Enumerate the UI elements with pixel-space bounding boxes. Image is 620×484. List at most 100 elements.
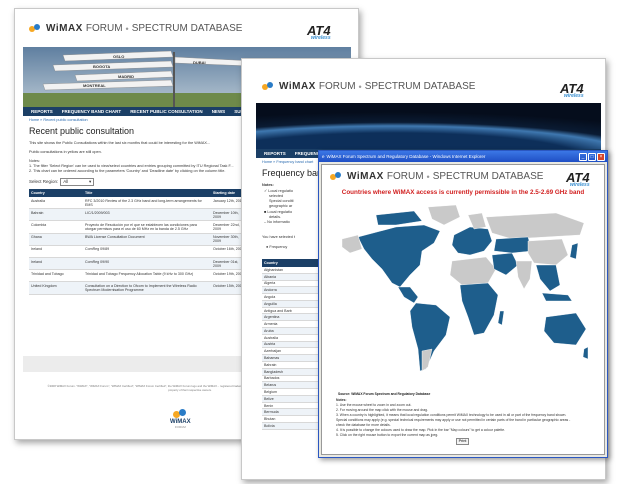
table-cell: Ireland [29,257,83,271]
country-link[interactable]: Australia [262,334,322,342]
close-icon[interactable]: × [597,152,605,161]
map-region-southeast-asia [535,264,561,292]
wimax-mark-icon [262,81,276,92]
map-region-china [527,238,569,266]
table-cell: Ghana [29,233,83,246]
at4-logo: AT4 wireless [307,23,331,41]
country-link[interactable]: Belize [262,395,322,403]
country-link[interactable]: Angola [262,293,322,301]
country-link[interactable]: Bolivia [262,422,322,430]
window-titlebar[interactable]: e WiMAX Forum Spectrum and Regulatory Da… [319,151,607,162]
nav-reports[interactable]: REPORTS [264,151,286,156]
country-link[interactable]: Armenia [262,320,322,329]
country-link[interactable]: Aruba [262,327,322,335]
table-cell[interactable]: ComReg 09/90 [83,257,211,271]
globe-banner [256,103,601,149]
at4-logo: AT4 wireless [566,170,590,188]
table-row: Armenia [262,320,322,329]
country-link[interactable]: Benin [262,402,322,410]
selection-text: You have selected t [262,235,296,239]
table-row: Bahamas [262,354,322,362]
table-cell[interactable]: LIC/1/2009/003 [83,208,211,222]
maximize-icon[interactable]: □ [588,152,596,161]
table-row: Bermuda [262,408,322,417]
table-cell[interactable]: Consultation on a Direction to Ofcom to … [83,281,211,295]
table-row: Bhutan [262,415,322,423]
table-cell: Colombia [29,220,83,234]
table-cell[interactable]: Trinidad and Tobago Frequency Allocation… [83,269,211,283]
map-region-north-africa [449,256,497,286]
map-region-north-america [357,224,441,288]
country-link[interactable]: Azerbaijan [262,347,322,356]
map-region-greenland [427,204,461,226]
table-cell[interactable]: ComReg 09/89 [83,245,211,258]
country-link[interactable]: Argentina [262,313,322,322]
country-link[interactable]: Barbados [262,375,322,383]
wimax-logo[interactable]: WiMAX FORUM • SPECTRUM DATABASE [330,171,543,182]
country-link[interactable]: Austria [262,341,322,349]
frequency-option[interactable]: ● Frequency [266,245,287,250]
sign-label: MONTREAL [83,83,106,88]
wimax-logo[interactable]: WiMAX FORUM • SPECTRUM DATABASE [262,81,475,92]
country-link[interactable]: Bahrain [262,361,322,369]
nav-news[interactable]: NEWS [212,109,226,114]
world-map[interactable] [336,199,592,393]
table-cell[interactable]: RFC 3/2010 Review of the 2.3 GHz band an… [83,197,211,210]
country-link[interactable]: Anguilla [262,300,322,308]
map-notes: Notes: 1. Use the mouse wheel to zoom in… [336,398,596,438]
region-filter: Select Region: All ▾ [29,178,95,187]
country-link[interactable]: Belarus [262,381,322,390]
table-cell: Ireland [29,245,83,258]
sign-label: BOGOTA [93,64,110,69]
region-select[interactable]: All ▾ [60,178,95,187]
col-country[interactable]: Country [29,189,83,197]
map-region-arctic-canada [375,210,423,226]
map-region-europe [451,226,493,256]
map-region-southern-cone [421,348,433,372]
table-row: Bangladesh [262,368,322,376]
table-row: Bahrain [262,361,322,369]
note-item: – No informatio [264,219,290,224]
map-region-japan [569,242,579,260]
col-country[interactable]: Country [262,259,322,267]
notes-label: Notes: [262,183,274,187]
table-row: Andorra [262,286,322,295]
table-row: Algeria [262,280,322,288]
country-link[interactable]: Antigua and Barb [262,307,322,315]
sign-label: OSLO [113,54,124,59]
wimax-logo[interactable]: WiMAX FORUM • SPECTRUM DATABASE [29,23,242,34]
map-region-middle-east [491,252,519,276]
map-source: Source: WiMAX Forum Spectrum and Regulat… [338,392,431,396]
table-row: Angola [262,293,322,301]
map-region-indonesia [541,292,573,302]
print-button[interactable]: Print [456,438,469,445]
at4-logo: AT4 wireless [560,81,584,99]
country-link[interactable]: Bermuda [262,408,322,417]
table-cell[interactable]: Proyecto de Resolución por el que se est… [83,220,211,234]
table-cell[interactable]: BWA License Consultation Document [83,233,211,246]
table-row: Australia [262,334,322,342]
country-link[interactable]: Albania [262,273,322,281]
country-link[interactable]: Andorra [262,286,322,295]
country-link[interactable]: Bhutan [262,415,322,423]
table-cell: Bahrain [29,208,83,222]
country-link[interactable]: Bahamas [262,354,322,362]
map-heading: Countries where WiMAX access is currentl… [341,189,585,196]
footer-logo: WiMAX FORUM [170,409,191,429]
nav-frequency-band-chart[interactable]: FREQUENCY BAND CHART [62,109,121,114]
nav-recent-public-consultation[interactable]: RECENT PUBLIC CONSULTATION [130,109,203,114]
wimax-mark-icon [330,171,344,182]
nav-reports[interactable]: REPORTS [31,109,53,114]
breadcrumb[interactable]: Home » Recent public consultation [29,118,88,123]
ie-icon: e [322,154,325,159]
table-row: Azerbaijan [262,347,322,356]
col-title[interactable]: Title [83,189,211,197]
map-region-australia [543,312,587,346]
minimize-icon[interactable]: _ [579,152,587,161]
country-link[interactable]: Bangladesh [262,368,322,376]
wimax-mark-icon [29,23,43,34]
intro-note: Public consultations in yellow are still… [29,150,102,154]
breadcrumb[interactable]: Home » Frequency band chart [262,160,313,165]
country-link[interactable]: Belgium [262,388,322,396]
country-link[interactable]: Algeria [262,280,322,288]
